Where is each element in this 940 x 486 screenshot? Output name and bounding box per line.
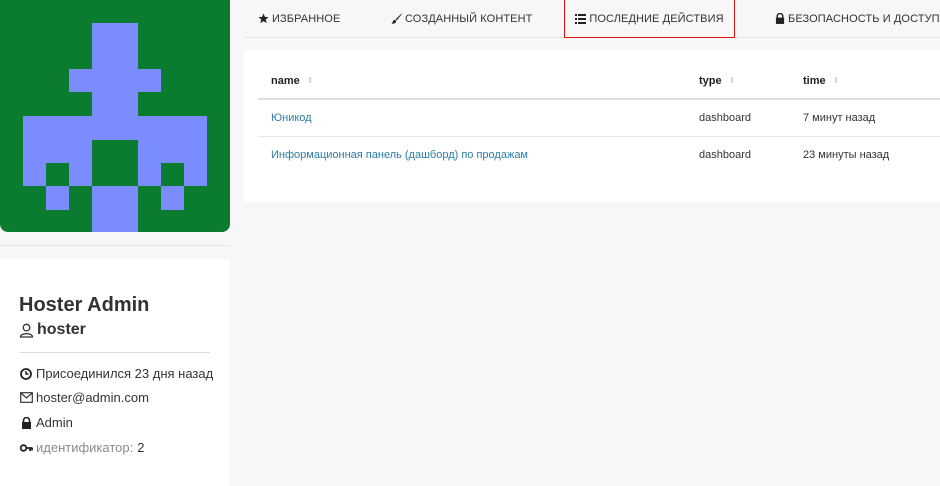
clock-icon [19,367,33,381]
profile-divider [19,352,210,353]
star-icon [258,13,269,24]
key-icon [19,441,33,455]
paintbrush-icon [391,13,402,24]
tab-created-content[interactable]: СОЗДАННЫЙ КОНТЕНТ [391,0,532,37]
list-icon [575,13,587,24]
role-text: Admin [36,415,73,430]
sort-icon: ⇕ [832,76,840,85]
tab-label: ИЗБРАННОЕ [272,12,341,25]
user-icon [19,323,34,338]
id-value: 2 [137,440,145,455]
divider [0,245,230,246]
joined-text: Присоединился 23 дня назад [36,366,214,381]
avatar-pattern [23,23,207,232]
envelope-icon [19,391,33,405]
profile-tabs: ИЗБРАННОЕ СОЗДАННЫЙ КОНТЕНТ ПОСЛЕДНИЕ ДЕ… [244,0,940,38]
column-header-label: name [271,75,300,87]
column-header-type[interactable]: type ⇕ [699,75,735,87]
tab-security-access[interactable]: БЕЗОПАСНОСТЬ И ДОСТУП [774,0,940,37]
column-header-name[interactable]: name ⇕ [271,75,313,87]
sort-icon: ⇕ [306,76,314,85]
column-header-label: time [803,75,826,87]
column-header-label: type [699,75,722,87]
tab-label: СОЗДАННЫЙ КОНТЕНТ [405,12,533,25]
table-row-divider [258,136,940,137]
row-type: dashboard [699,149,751,161]
email-row: hoster@admin.com [19,390,149,405]
recent-activity-panel [244,50,940,202]
row-name-link[interactable]: Информационная панель (дашборд) по прода… [271,149,528,161]
tab-label: БЕЗОПАСНОСТЬ И ДОСТУП [788,12,940,25]
tab-favorites[interactable]: ИЗБРАННОЕ [258,0,340,37]
joined-row: Присоединился 23 дня назад [19,366,213,381]
profile-username: hoster [37,321,86,338]
row-time: 7 минут назад [803,112,876,124]
row-name-link[interactable]: Юникод [271,112,312,124]
tab-recent-activity[interactable]: ПОСЛЕДНИЕ ДЕЙСТВИЯ [564,0,735,38]
row-time: 23 минуты назад [803,149,890,161]
email-text: hoster@admin.com [36,390,149,405]
sort-icon: ⇕ [728,76,736,85]
role-row: Admin [19,415,73,430]
column-header-time[interactable]: time ⇕ [803,75,839,87]
table-header-divider [258,98,940,100]
lock-icon [19,416,33,430]
lock-icon [774,13,785,24]
profile-full-name: Hoster Admin [19,294,150,316]
id-label: идентификатор: [36,440,134,455]
profile-username-row: hoster [19,321,86,339]
row-type: dashboard [699,112,751,124]
id-row: идентификатор: 2 [19,440,144,455]
user-avatar [0,0,230,232]
tab-label: ПОСЛЕДНИЕ ДЕЙСТВИЯ [589,12,724,25]
